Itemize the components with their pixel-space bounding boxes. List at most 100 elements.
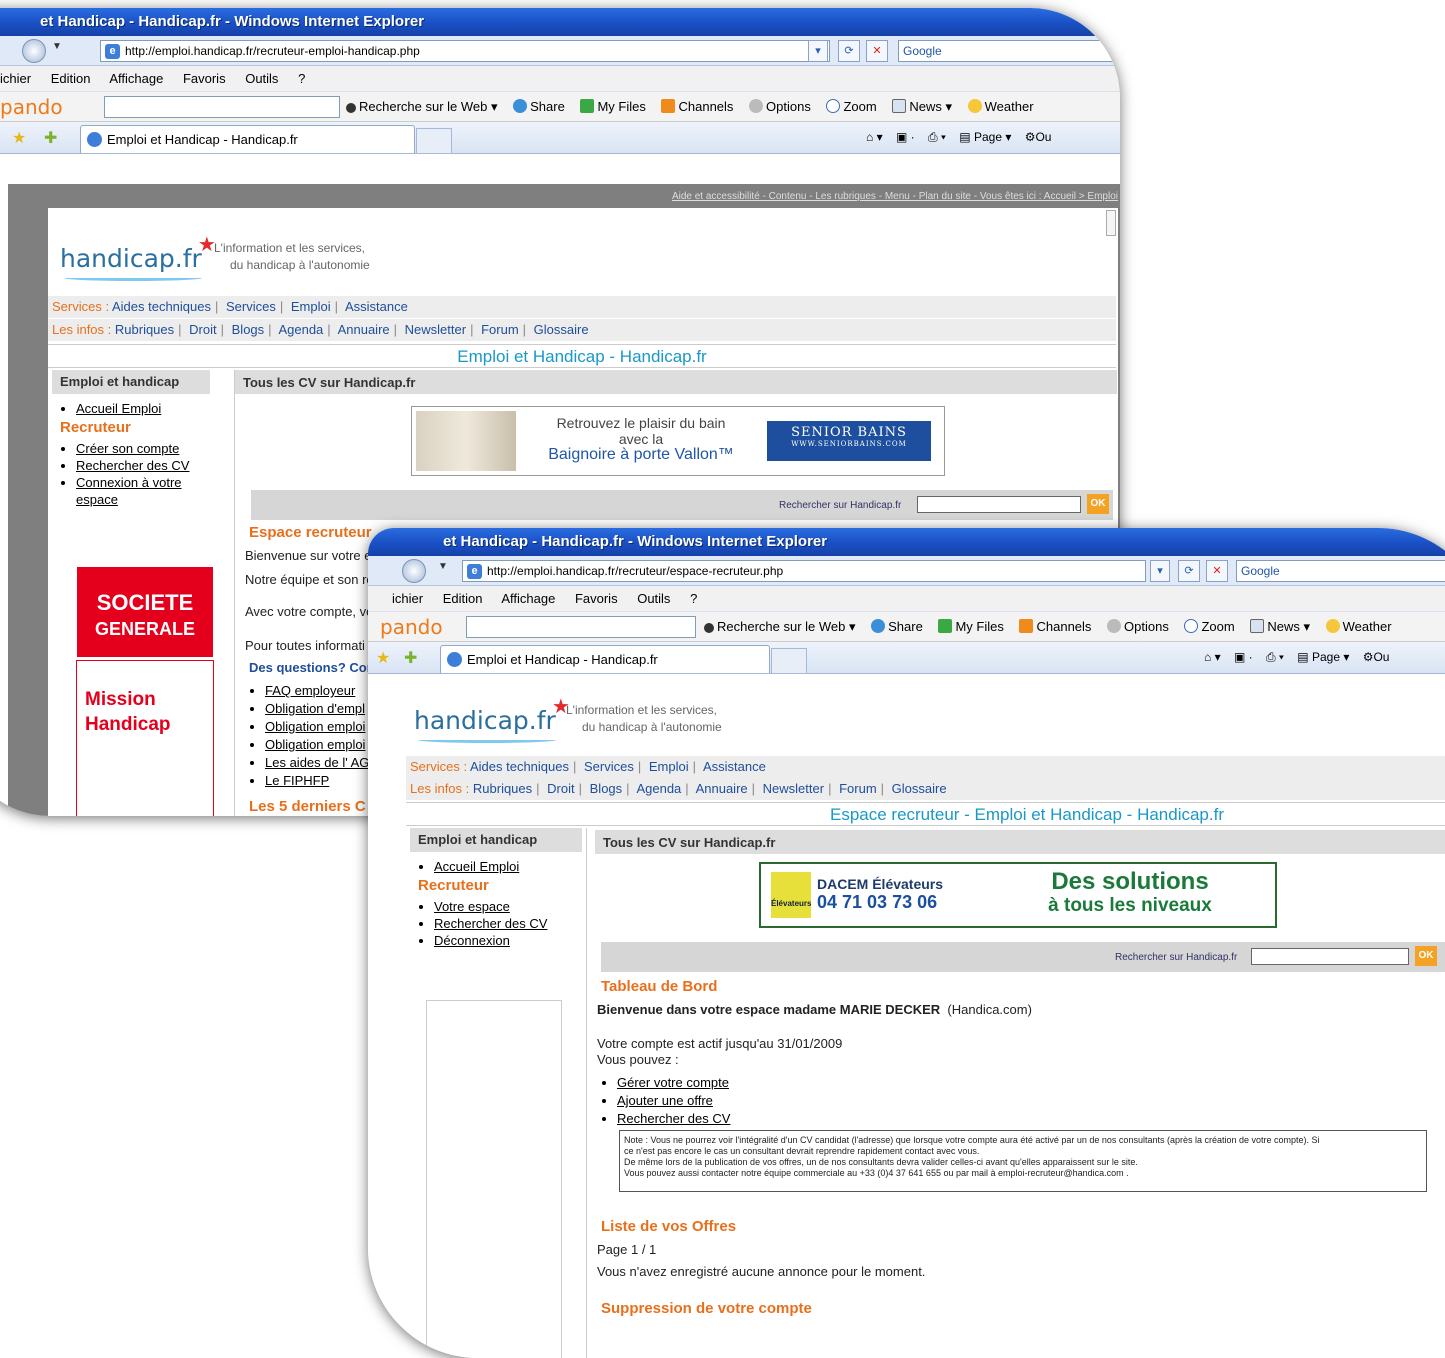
nav-emploi[interactable]: Emploi — [291, 299, 331, 314]
sidebar-item-rechercher[interactable]: Rechercher des CV — [434, 915, 574, 932]
menu-fichier[interactable]: ichier — [0, 71, 31, 86]
sidebar-item-creer[interactable]: Créer son compte — [76, 440, 202, 457]
url-dropdown-icon[interactable]: ▾ — [808, 40, 828, 62]
new-tab-button[interactable] — [771, 648, 807, 673]
nav-services[interactable]: Services — [226, 299, 276, 314]
nav-glossaire[interactable]: Glossaire — [534, 322, 589, 337]
site-logo[interactable]: handicap.fr ★ — [414, 694, 570, 743]
menu-outils[interactable]: Outils — [245, 71, 278, 86]
nav-agenda[interactable]: Agenda — [636, 781, 681, 796]
add-favorite-icon[interactable]: ✚ — [404, 648, 417, 668]
menu-outils[interactable]: Outils — [637, 591, 670, 606]
stop-icon[interactable]: ✕ — [1206, 560, 1228, 582]
history-dropdown-icon[interactable]: ▼ — [438, 561, 448, 572]
nav-newsletter[interactable]: Newsletter — [405, 322, 466, 337]
nav-annuaire[interactable]: Annuaire — [338, 322, 390, 337]
sidebar-item-rechercher[interactable]: Rechercher des CV — [76, 457, 202, 474]
pando-channels[interactable]: Channels — [1019, 619, 1091, 634]
site-search-input[interactable] — [1251, 948, 1409, 965]
search-input-front[interactable]: Google — [1236, 560, 1445, 582]
pando-options[interactable]: Options — [1107, 619, 1169, 634]
site-search-input[interactable] — [917, 496, 1081, 513]
nav-assistance[interactable]: Assistance — [345, 299, 408, 314]
sidebar-item-accueil[interactable]: Accueil Emploi — [434, 858, 574, 875]
nav-aides[interactable]: Aides techniques — [470, 759, 569, 774]
add-favorite-icon[interactable]: ✚ — [44, 128, 57, 148]
history-dropdown-icon[interactable]: ▼ — [52, 41, 62, 52]
nav-annuaire[interactable]: Annuaire — [696, 781, 748, 796]
sidebar-item-accueil[interactable]: Accueil Emploi — [76, 400, 202, 417]
mission-handicap-ad[interactable]: Mission Handicap — [76, 660, 214, 816]
senior-bains-ad[interactable]: Retrouvez le plaisir du bain avec la Baig… — [411, 406, 945, 476]
obligation-link-1[interactable]: Obligation d'empl — [265, 700, 369, 718]
accessibility-links[interactable]: Aide et accessibilité - Contenu - Les ru… — [8, 184, 1118, 208]
dacem-ad[interactable]: Élévateurs DACEM Élévateurs 04 71 03 73 … — [759, 862, 1277, 928]
nav-rubriques[interactable]: Rubriques — [115, 322, 174, 337]
tab-emploi-front[interactable]: Emploi et Handicap - Handicap.fr — [440, 645, 770, 673]
favorites-star-icon[interactable]: ★ — [12, 128, 26, 148]
refresh-icon[interactable]: ⟳ — [838, 40, 860, 62]
faq-link[interactable]: FAQ employeur — [265, 682, 369, 700]
menu-fichier[interactable]: ichier — [392, 591, 423, 606]
menu-favoris[interactable]: Favoris — [575, 591, 618, 606]
nav-assistance[interactable]: Assistance — [703, 759, 766, 774]
page-menu[interactable]: ▤ Page ▾ — [1297, 650, 1349, 664]
back-button[interactable] — [22, 39, 46, 63]
url-input[interactable]: e http://emploi.handicap.fr/recruteur-em… — [100, 40, 830, 62]
pando-web-search[interactable]: Recherche sur le Web ▾ — [704, 619, 856, 634]
aides-link[interactable]: Les aides de l' AG — [265, 754, 369, 772]
nav-forum[interactable]: Forum — [839, 781, 877, 796]
back-button-front[interactable] — [402, 559, 426, 583]
pando-search-input[interactable] — [466, 616, 696, 638]
pando-channels[interactable]: Channels — [661, 99, 733, 114]
pando-my-files[interactable]: My Files — [580, 99, 646, 114]
url-dropdown-icon[interactable]: ▾ — [1150, 560, 1170, 582]
pando-options[interactable]: Options — [749, 99, 811, 114]
pando-weather[interactable]: Weather — [967, 99, 1034, 114]
search-input[interactable]: Google — [898, 40, 1120, 62]
scrollbar[interactable] — [1106, 210, 1116, 236]
feeds-icon[interactable]: ▣ · — [1234, 650, 1253, 664]
print-icon[interactable]: ⎙ ▾ — [928, 130, 946, 144]
pando-news[interactable]: News ▾ — [892, 99, 952, 114]
fiphfp-link[interactable]: Le FIPHFP — [265, 772, 369, 790]
pando-news[interactable]: News ▾ — [1250, 619, 1310, 634]
nav-droit[interactable]: Droit — [189, 322, 216, 337]
menu-edition[interactable]: Edition — [51, 71, 91, 86]
home-icon[interactable]: ⌂ ▾ — [1204, 650, 1221, 664]
refresh-icon[interactable]: ⟳ — [1178, 560, 1200, 582]
sidebar-item-connexion[interactable]: Connexion à votre espace — [76, 474, 202, 508]
site-search-ok-button[interactable]: OK — [1415, 946, 1437, 966]
pando-search-input[interactable] — [104, 96, 340, 118]
menu-help[interactable]: ? — [298, 71, 305, 86]
site-logo[interactable]: handicap.fr ★ — [60, 232, 216, 281]
nav-services[interactable]: Services — [584, 759, 634, 774]
tools-menu[interactable]: ⚙Ou — [1025, 130, 1052, 144]
nav-droit[interactable]: Droit — [547, 781, 574, 796]
nav-blogs[interactable]: Blogs — [590, 781, 623, 796]
ajouter-offre-link[interactable]: Ajouter une offre — [617, 1092, 730, 1110]
nav-forum[interactable]: Forum — [481, 322, 519, 337]
nav-glossaire[interactable]: Glossaire — [892, 781, 947, 796]
nav-newsletter[interactable]: Newsletter — [763, 781, 824, 796]
pando-zoom[interactable]: Zoom — [1184, 619, 1235, 634]
menu-affichage[interactable]: Affichage — [109, 71, 163, 86]
obligation-link-3[interactable]: Obligation emploi — [265, 736, 369, 754]
menu-affichage[interactable]: Affichage — [501, 591, 555, 606]
pando-zoom[interactable]: Zoom — [826, 99, 877, 114]
new-tab-button[interactable] — [416, 128, 452, 153]
pando-web-search[interactable]: Recherche sur le Web ▾ — [346, 99, 498, 114]
menu-favoris[interactable]: Favoris — [183, 71, 226, 86]
pando-share[interactable]: Share — [513, 99, 565, 114]
tab-emploi[interactable]: Emploi et Handicap - Handicap.fr — [80, 125, 415, 153]
page-menu[interactable]: ▤ Page ▾ — [959, 130, 1011, 144]
home-icon[interactable]: ⌂ ▾ — [866, 130, 883, 144]
site-search-ok-button[interactable]: OK — [1087, 494, 1109, 514]
feeds-icon[interactable]: ▣ · — [896, 130, 915, 144]
nav-rubriques[interactable]: Rubriques — [473, 781, 532, 796]
obligation-link-2[interactable]: Obligation emploi — [265, 718, 369, 736]
nav-blogs[interactable]: Blogs — [232, 322, 265, 337]
print-icon[interactable]: ⎙ ▾ — [1266, 650, 1284, 664]
rechercher-cv-link[interactable]: Rechercher des CV — [617, 1110, 730, 1128]
pando-logo[interactable]: pando — [0, 95, 63, 119]
